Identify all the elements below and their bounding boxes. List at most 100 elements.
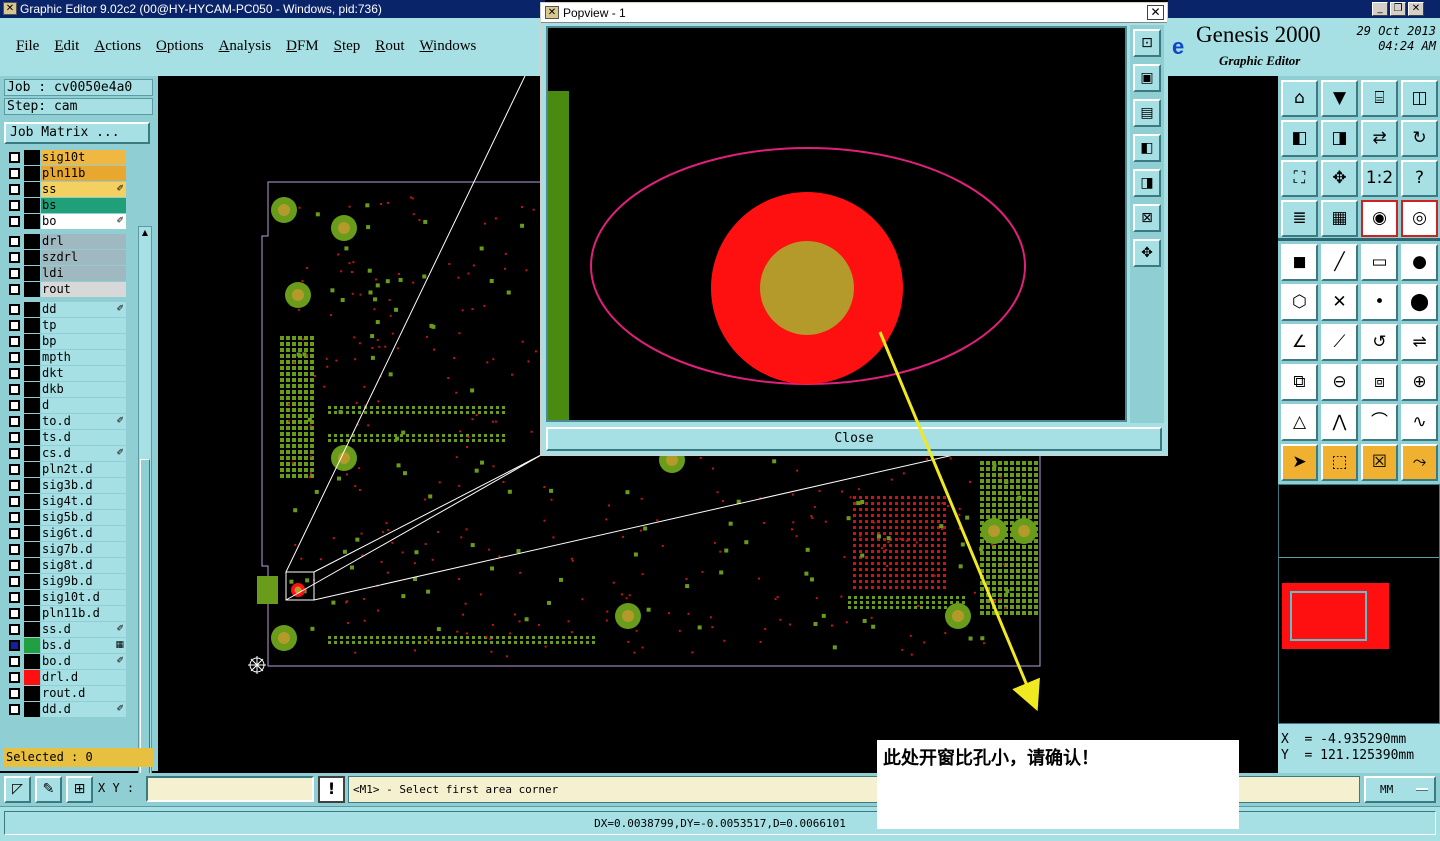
layer-checkbox[interactable] [9, 528, 20, 539]
layer-checkbox[interactable] [9, 400, 20, 411]
snap-icon[interactable]: ◎ [1401, 200, 1438, 237]
overview-map[interactable] [1278, 484, 1440, 724]
layer-checkbox[interactable] [9, 152, 20, 163]
menu-step[interactable]: Step [334, 38, 361, 55]
ruler-icon[interactable]: ≣ [1281, 200, 1318, 237]
layer-row[interactable]: ss.d ✐ [4, 622, 126, 637]
layer-checkbox[interactable] [9, 320, 20, 331]
popview-canvas[interactable] [546, 26, 1127, 422]
point-icon[interactable]: • [1361, 284, 1398, 321]
layer-row[interactable]: ts.d [4, 430, 126, 445]
layer-checkbox[interactable] [9, 432, 20, 443]
layer-row[interactable]: bp [4, 334, 126, 349]
pad-icon[interactable]: ● [1401, 244, 1438, 281]
display-icon[interactable]: ◉ [1361, 200, 1398, 237]
wave-icon[interactable]: ∿ [1401, 404, 1438, 441]
menu-windows[interactable]: Windows [419, 38, 476, 55]
cross-icon[interactable]: ✕ [1321, 284, 1358, 321]
select-box-icon[interactable]: ⬚ [1321, 444, 1358, 481]
dome-icon[interactable]: ⌒ [1361, 404, 1398, 441]
layer-row[interactable]: dd.d ✐ [4, 702, 126, 717]
layer-checkbox[interactable] [9, 236, 20, 247]
help-icon[interactable]: ? [1401, 160, 1438, 197]
minimize-button[interactable]: _ [1372, 2, 1388, 16]
menu-rout[interactable]: Rout [375, 38, 404, 55]
redraw-icon[interactable]: ↻ [1401, 120, 1438, 157]
layer-row[interactable]: bs [4, 198, 126, 213]
mirror-icon[interactable]: ⇌ [1401, 324, 1438, 361]
menu-dfm[interactable]: DFM [286, 38, 319, 55]
net-icon[interactable]: ⬡ [1281, 284, 1318, 321]
zoom-out-icon[interactable]: ▤ [1133, 99, 1161, 127]
popview-close-button[interactable]: Close [546, 427, 1162, 451]
select-icon[interactable]: ➤ [1281, 444, 1318, 481]
layer-row[interactable]: dkb [4, 382, 126, 397]
layer-row[interactable]: sig9b.d [4, 574, 126, 589]
layer-row[interactable]: to.d ✐ [4, 414, 126, 429]
arch-icon[interactable]: ⋀ [1321, 404, 1358, 441]
group-icon[interactable]: ⊕ [1401, 364, 1438, 401]
layer-checkbox[interactable] [9, 608, 20, 619]
layer-row[interactable]: pln11b.d [4, 606, 126, 621]
window-icon[interactable]: ◫ [1401, 80, 1438, 117]
layer-row[interactable]: sig3b.d [4, 478, 126, 493]
layers-icon[interactable]: ⌸ [1361, 80, 1398, 117]
triangle-icon[interactable]: △ [1281, 404, 1318, 441]
layer-scrollbar[interactable]: ▲ ▼ [138, 226, 152, 821]
layer-checkbox[interactable] [9, 512, 20, 523]
menu-options[interactable]: Options [156, 38, 204, 55]
grid-snap-icon[interactable]: ⊞ [66, 776, 93, 803]
menu-file[interactable]: File [16, 38, 39, 55]
arc-icon[interactable]: ↺ [1361, 324, 1398, 361]
fit-all-icon[interactable]: ⛶ [1281, 160, 1318, 197]
layer-checkbox[interactable] [9, 448, 20, 459]
home-icon[interactable]: ⌂ [1281, 80, 1318, 117]
layer-row[interactable]: pln11b [4, 166, 126, 181]
swap-icon[interactable]: ⇄ [1361, 120, 1398, 157]
route-icon[interactable]: ⤳ [1401, 444, 1438, 481]
layer-checkbox[interactable] [9, 416, 20, 427]
layer-checkbox[interactable] [9, 656, 20, 667]
layer-row[interactable]: sig8t.d [4, 558, 126, 573]
layer-checkbox[interactable] [9, 480, 20, 491]
job-matrix-button[interactable]: Job Matrix ... [4, 122, 150, 144]
alert-icon[interactable]: ! [318, 776, 345, 803]
layer-checkbox[interactable] [9, 496, 20, 507]
select-mark-icon[interactable]: ☒ [1361, 444, 1398, 481]
overview-view-frame[interactable] [1290, 591, 1367, 641]
layer-checkbox[interactable] [9, 624, 20, 635]
measure-icon[interactable]: ▭ [1361, 244, 1398, 281]
layer-checkbox[interactable] [9, 252, 20, 263]
layer-row[interactable]: rout [4, 282, 126, 297]
layer-row[interactable]: drl.d [4, 670, 126, 685]
layer-checkbox[interactable] [9, 576, 20, 587]
grid-icon[interactable]: ▦ [1321, 200, 1358, 237]
layer-checkbox[interactable] [9, 672, 20, 683]
layer-row[interactable]: sig10t [4, 150, 126, 165]
layer-row[interactable]: sig10t.d [4, 590, 126, 605]
layer-checkbox[interactable] [9, 200, 20, 211]
layer-checkbox[interactable] [9, 560, 20, 571]
line-icon[interactable]: ╱ [1321, 244, 1358, 281]
layer-checkbox[interactable] [9, 464, 20, 475]
layer-checkbox[interactable] [9, 368, 20, 379]
layer-row[interactable]: dkt [4, 366, 126, 381]
layer-row[interactable]: sig5b.d [4, 510, 126, 525]
layer-row[interactable]: bo.d ✐ [4, 654, 126, 669]
prev-icon[interactable]: ◧ [1281, 120, 1318, 157]
layer-row[interactable]: rout.d [4, 686, 126, 701]
down-icon[interactable]: ▼ [1321, 80, 1358, 117]
close-window-button[interactable]: ✕ [1408, 2, 1424, 16]
angle-icon[interactable]: ∠ [1281, 324, 1318, 361]
layer-checkbox[interactable] [9, 268, 20, 279]
menu-analysis[interactable]: Analysis [219, 38, 272, 55]
layer-row[interactable]: sig7b.d [4, 542, 126, 557]
layer-checkbox[interactable] [9, 284, 20, 295]
xy-input[interactable] [146, 776, 314, 802]
layer-row[interactable]: cs.d ✐ [4, 446, 126, 461]
layer-checkbox[interactable] [9, 216, 20, 227]
layer-row[interactable]: drl [4, 234, 126, 249]
scroll-up-icon[interactable]: ▲ [140, 228, 150, 238]
layer-row[interactable]: pln2t.d [4, 462, 126, 477]
layer-row[interactable]: ldi [4, 266, 126, 281]
